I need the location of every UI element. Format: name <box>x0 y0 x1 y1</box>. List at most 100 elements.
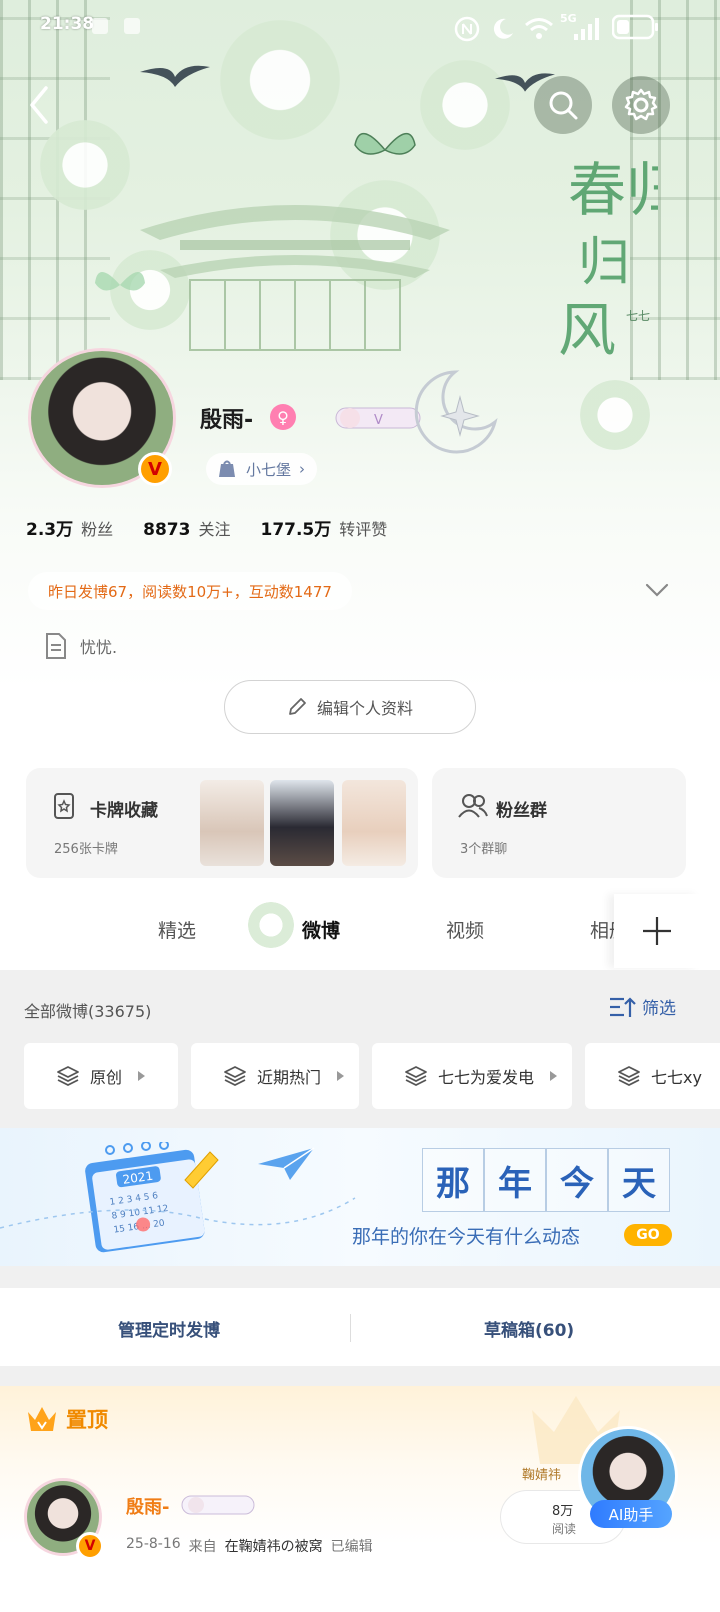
banner-char: 那 <box>422 1148 484 1212</box>
chevron-down-icon[interactable] <box>644 580 670 600</box>
profile-bio: 忧忧. <box>44 632 117 660</box>
bag-icon <box>219 460 235 477</box>
card-fan-group[interactable]: 粉丝群 3个群聊 <box>432 768 686 878</box>
pencil-icon <box>289 698 306 715</box>
filter-label: 筛选 <box>642 999 676 1019</box>
search-button[interactable] <box>534 76 592 134</box>
chip-label: 原创 <box>90 1068 123 1087</box>
svg-text:七七: 七七 <box>626 309 650 323</box>
layers-icon <box>57 1066 79 1087</box>
svg-text:归: 归 <box>578 233 630 293</box>
profile-name: 殷雨- <box>200 408 254 433</box>
active-tab-decoration <box>248 902 294 948</box>
blossom-decoration <box>580 380 650 450</box>
ai-assistant-button[interactable]: AI助手 <box>590 1500 672 1528</box>
stat-number: 8873 <box>143 520 191 540</box>
card-collection[interactable]: 卡牌收藏 256张卡牌 <box>26 768 418 878</box>
calligraphy-art: 春归风 归 风 七七 <box>558 156 658 364</box>
pavilion-illustration <box>140 205 450 351</box>
layers-icon <box>405 1066 427 1087</box>
settings-button[interactable] <box>612 76 670 134</box>
card-thumbnail[interactable] <box>270 780 334 866</box>
blossom-decoration <box>40 120 130 210</box>
status-bar: 21:38 5G <box>0 0 720 56</box>
stat-following[interactable]: 8873 关注 <box>143 516 230 540</box>
signal-icon <box>574 18 599 40</box>
plus-icon <box>643 917 671 945</box>
swallow-icon <box>140 65 210 87</box>
moon-icon <box>493 18 513 39</box>
tab-video[interactable]: 视频 <box>446 916 484 943</box>
stat-interactions[interactable]: 177.5万 转评赞 <box>260 515 387 540</box>
banner-char: 今 <box>546 1148 608 1212</box>
chip-label: 七七为爱发电 <box>438 1068 535 1087</box>
back-button[interactable] <box>20 80 60 130</box>
card-thumbnail[interactable] <box>342 780 406 866</box>
post-author-name[interactable]: 殷雨- <box>126 1493 169 1519</box>
layers-icon <box>618 1066 640 1087</box>
post-from-label: 来自 <box>188 1539 217 1555</box>
fan-group-icon <box>458 794 488 818</box>
chip-recent-hot[interactable]: 近期热门 <box>191 1043 359 1109</box>
castle-tag[interactable]: 小七堡 › <box>206 453 318 485</box>
bio-text: 忧忧. <box>80 638 118 657</box>
stat-number: 177.5万 <box>260 520 332 540</box>
verified-badge: V <box>76 1532 104 1560</box>
chevron-left-icon <box>30 86 48 124</box>
filter-icon <box>610 996 636 1017</box>
post-edited: 已编辑 <box>330 1539 373 1555</box>
card-collection-icon <box>54 793 74 819</box>
card-collection-sub: 256张卡牌 <box>54 842 118 857</box>
app-notification-icon <box>92 18 108 34</box>
castle-label: 小七堡 <box>246 460 292 479</box>
app-notification-icon <box>124 18 140 34</box>
layers-icon <box>224 1066 246 1087</box>
banner-char: 年 <box>484 1148 546 1212</box>
banner-go-button[interactable]: GO <box>624 1224 672 1246</box>
svg-text:V: V <box>374 413 383 428</box>
scheduled-posts-button[interactable]: 管理定时发博 <box>118 1316 220 1341</box>
post-source[interactable]: 在鞠婧祎の被窝 <box>225 1536 323 1556</box>
caret-right-icon <box>337 1071 345 1081</box>
all-posts-count: 全部微博(33675) <box>24 1002 152 1021</box>
card-thumbnail[interactable] <box>200 780 264 866</box>
profile-tabs: 精选 微博 视频 相册 <box>0 894 720 968</box>
status-time: 21:38 <box>40 14 95 34</box>
wifi-icon <box>525 18 553 39</box>
verified-badge: V <box>138 452 172 486</box>
edit-profile-label: 编辑个人资料 <box>316 699 413 718</box>
battery-icon <box>612 14 658 40</box>
chip-qiqi-xy[interactable]: 七七xy <box>585 1043 720 1109</box>
chip-label: 七七xy <box>651 1068 702 1087</box>
svg-text:春归风: 春归风 <box>568 156 658 224</box>
vip-tag-icon <box>181 1495 255 1515</box>
chip-original[interactable]: 原创 <box>24 1043 178 1109</box>
card-collection-title: 卡牌收藏 <box>90 801 158 821</box>
stat-number: 2.3万 <box>26 520 74 540</box>
add-tab-button[interactable] <box>614 894 700 968</box>
butterfly-icon <box>354 133 416 155</box>
tab-weibo[interactable]: 微博 <box>302 916 340 943</box>
stat-label: 关注 <box>198 520 231 539</box>
search-icon <box>549 91 578 120</box>
butterfly-icon <box>95 271 145 291</box>
filter-button[interactable]: 筛选 <box>608 994 676 1019</box>
tab-featured[interactable]: 精选 <box>158 916 196 943</box>
chevron-right-icon: › <box>299 460 306 478</box>
manage-row: 管理定时发博 草稿箱(60) <box>0 1288 720 1366</box>
card-fan-group-sub: 3个群聊 <box>460 842 508 857</box>
caret-right-icon <box>138 1071 146 1081</box>
chip-qiqi-power[interactable]: 七七为爱发电 <box>372 1043 572 1109</box>
drafts-button[interactable]: 草稿箱(60) <box>484 1316 574 1341</box>
divider <box>350 1314 351 1342</box>
profile-stats: 2.3万 粉丝 8873 关注 177.5万 转评赞 <box>26 515 417 540</box>
activity-summary[interactable]: 昨日发博67，阅读数10万+，互动数1477 <box>28 572 352 610</box>
profile-avatar-wrap[interactable]: V <box>26 340 186 490</box>
nfc-icon <box>454 16 480 42</box>
stat-followers[interactable]: 2.3万 粉丝 <box>26 515 113 540</box>
female-icon: ♀ <box>270 404 296 430</box>
edit-profile-button[interactable]: 编辑个人资料 <box>224 680 476 734</box>
chip-label: 近期热门 <box>257 1068 322 1087</box>
gear-icon <box>624 88 658 121</box>
mini-name-label: 鞠婧祎 <box>522 1468 562 1483</box>
